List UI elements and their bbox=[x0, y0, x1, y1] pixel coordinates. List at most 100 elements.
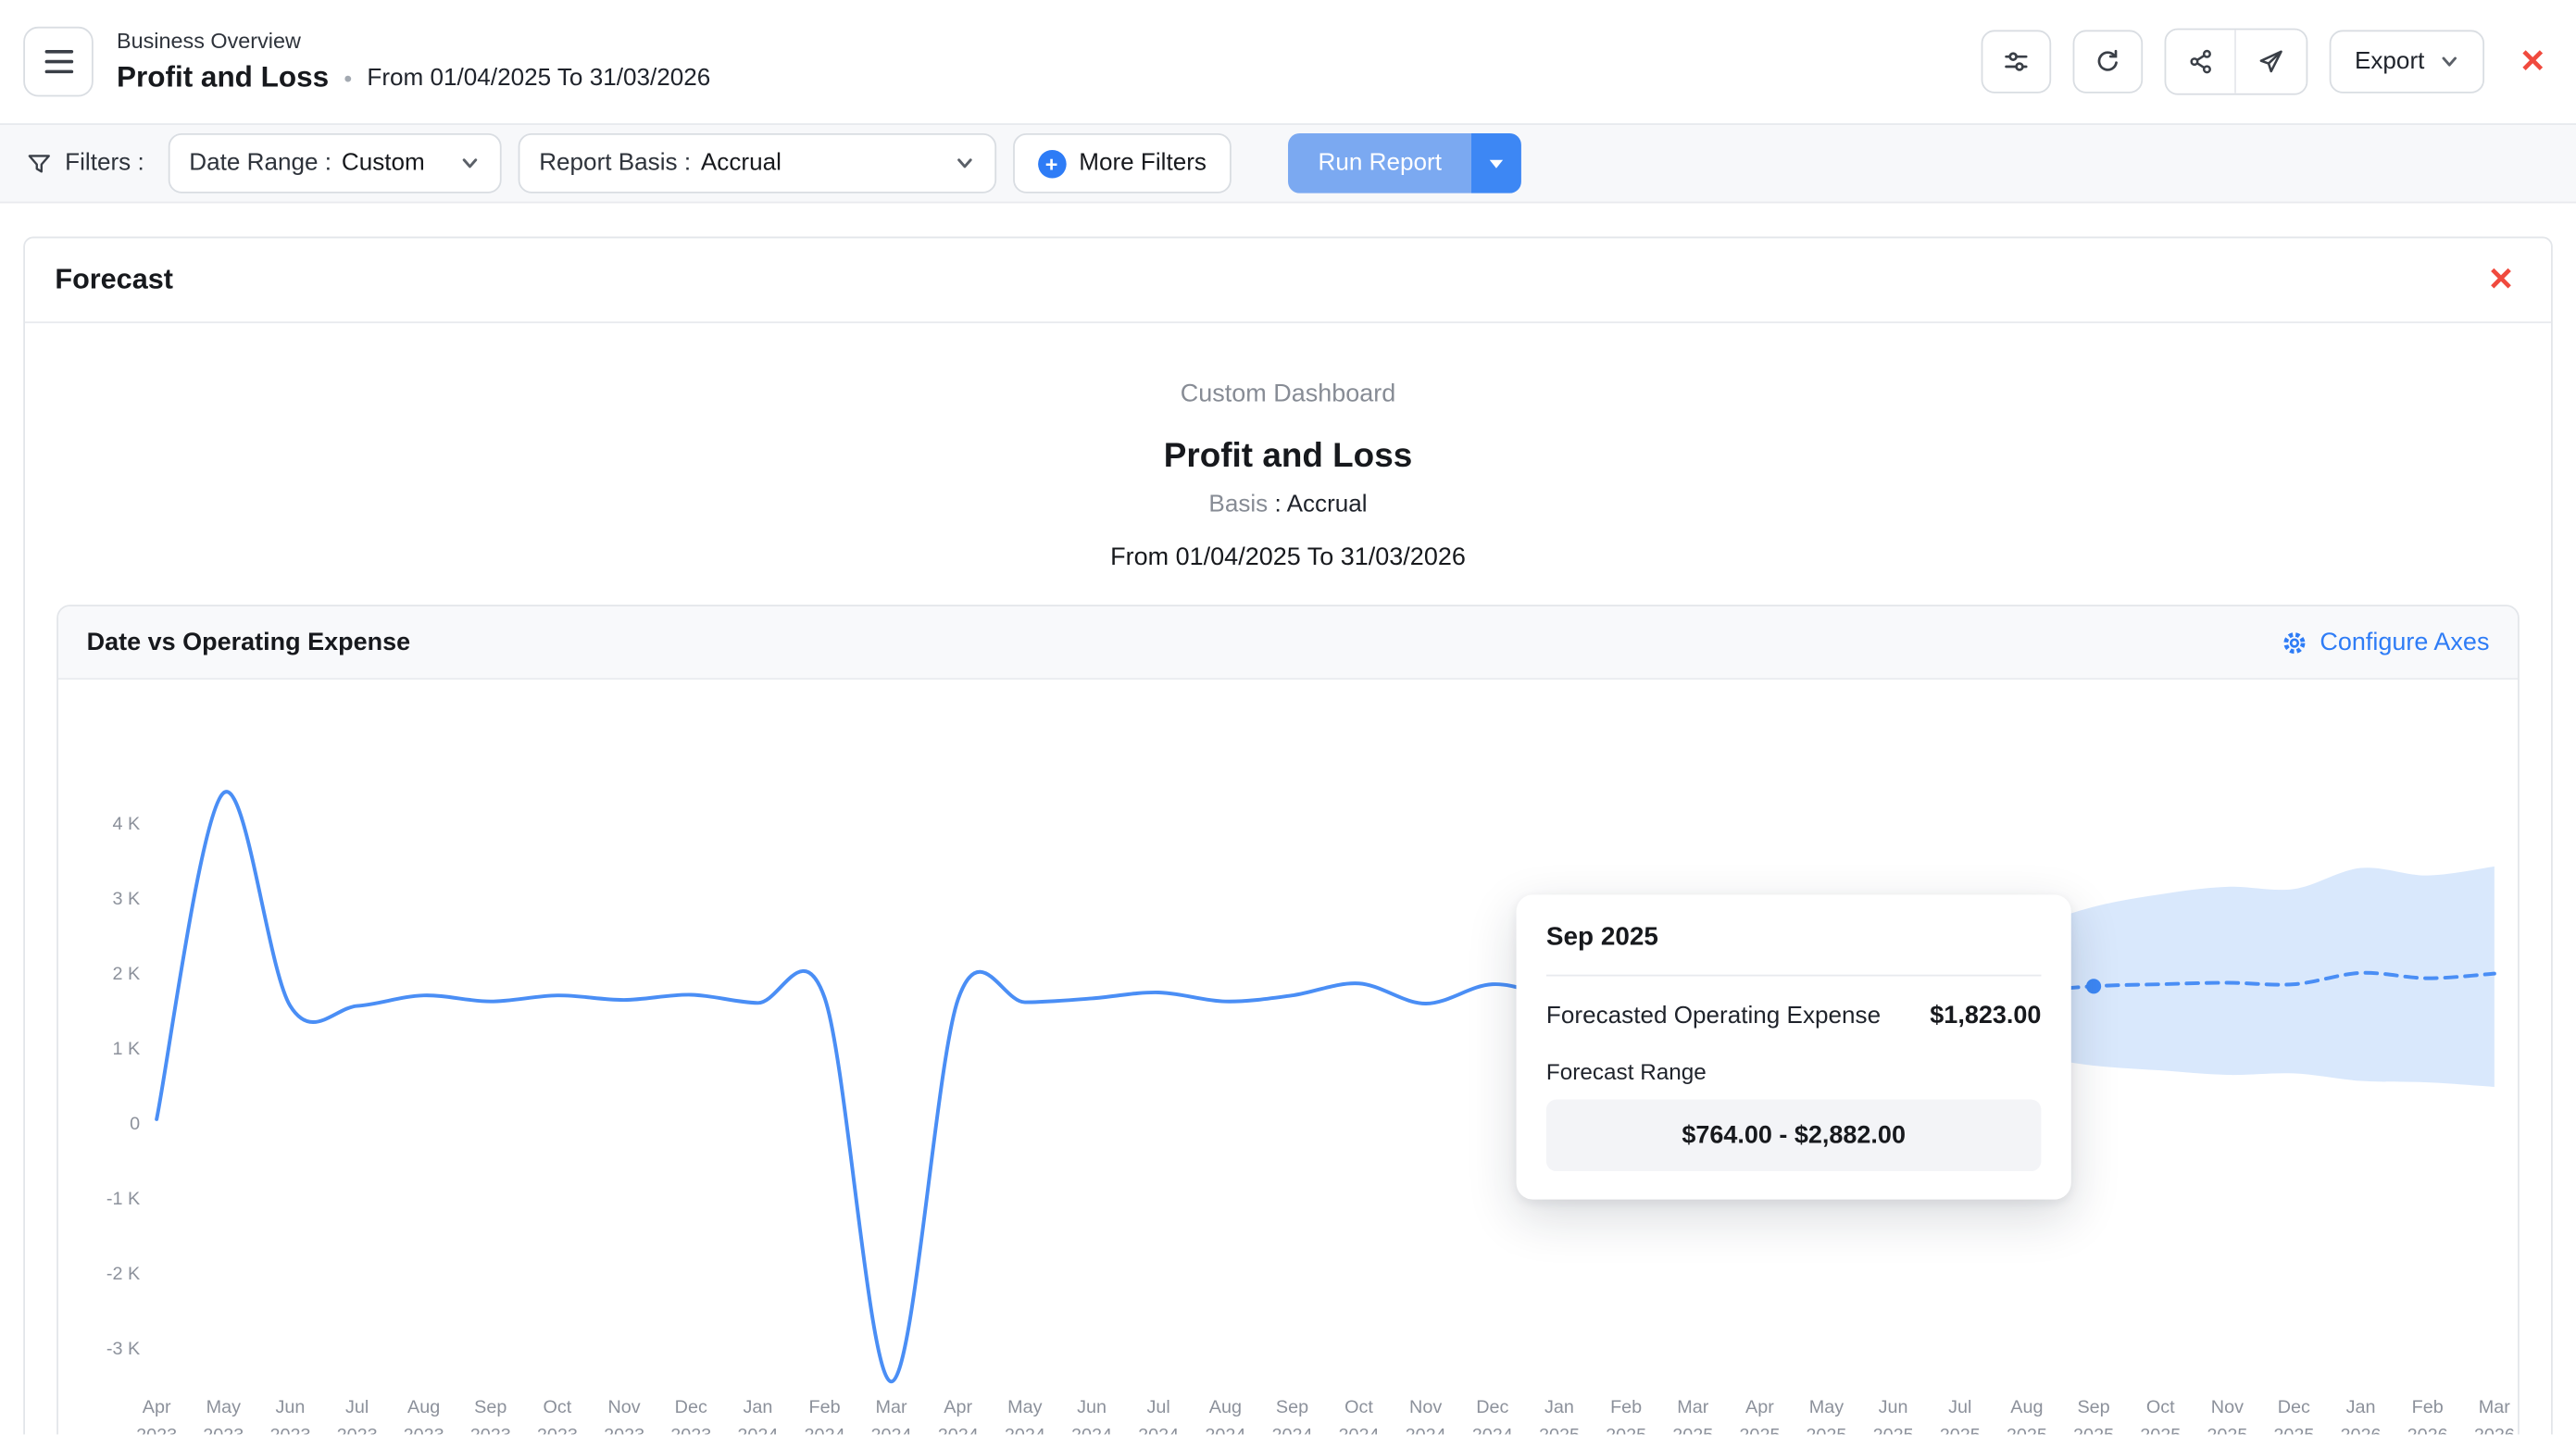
x-axis-year-label: 2025 bbox=[1873, 1426, 1914, 1435]
x-axis-year-label: 2024 bbox=[737, 1426, 778, 1435]
share-button[interactable] bbox=[2167, 30, 2237, 93]
chevron-down-icon bbox=[954, 154, 974, 174]
x-axis-month-label: Jan bbox=[2346, 1397, 2376, 1417]
forecast-marker bbox=[2086, 979, 2101, 993]
date-range-dropdown[interactable]: Date Range : Custom bbox=[168, 133, 501, 193]
x-axis-month-label: Jan bbox=[1544, 1397, 1574, 1417]
x-axis-month-label: Nov bbox=[2211, 1397, 2244, 1417]
y-axis-label: -2 K bbox=[106, 1264, 140, 1284]
x-axis-year-label: 2024 bbox=[1138, 1426, 1179, 1435]
x-axis-year-label: 2023 bbox=[470, 1426, 511, 1435]
app-root: Business Overview Profit and Loss • From… bbox=[0, 0, 2576, 1434]
x-axis-year-label: 2025 bbox=[1672, 1426, 1713, 1435]
x-axis-year-label: 2025 bbox=[2140, 1426, 2181, 1435]
x-axis-year-label: 2025 bbox=[1940, 1426, 1981, 1435]
x-axis-month-label: Oct bbox=[2146, 1397, 2175, 1417]
x-axis-year-label: 2025 bbox=[1739, 1426, 1780, 1435]
report-basis-line: Basis : Accrual bbox=[25, 492, 2551, 518]
x-axis-month-label: Jun bbox=[1879, 1397, 1908, 1417]
x-axis-month-label: Nov bbox=[1409, 1397, 1442, 1417]
x-axis-month-label: Jun bbox=[1077, 1397, 1107, 1417]
report-basis-value: Accrual bbox=[701, 150, 782, 177]
send-icon bbox=[2258, 48, 2285, 75]
close-report-button[interactable]: ✕ bbox=[2520, 45, 2546, 77]
x-axis-month-label: Aug bbox=[2010, 1397, 2043, 1417]
dot-separator: • bbox=[344, 64, 352, 91]
x-axis-year-label: 2025 bbox=[2273, 1426, 2314, 1435]
x-axis-month-label: Nov bbox=[607, 1397, 640, 1417]
filter-icon bbox=[27, 151, 52, 176]
main-content: Forecast ✕ Custom Dashboard Profit and L… bbox=[0, 204, 2576, 1435]
y-axis-label: 2 K bbox=[112, 964, 140, 984]
x-axis-month-label: Jul bbox=[345, 1397, 369, 1417]
report-meta: Custom Dashboard Profit and Loss Basis :… bbox=[25, 323, 2551, 571]
share-send-button-group bbox=[2165, 29, 2308, 95]
x-axis-month-label: Apr bbox=[944, 1397, 972, 1417]
chart-title: Date vs Operating Expense bbox=[87, 628, 411, 656]
export-button[interactable]: Export bbox=[2330, 30, 2484, 93]
chart-svg[interactable]: 4 K3 K2 K1 K0-1 K-2 K-3 KApr2023May2023J… bbox=[58, 680, 2520, 1434]
x-axis-month-label: Mar bbox=[1677, 1397, 1708, 1417]
x-axis-month-label: Oct bbox=[544, 1397, 572, 1417]
x-axis-year-label: 2023 bbox=[670, 1426, 711, 1435]
page-title: Profit and Loss bbox=[117, 60, 329, 95]
forecast-title: Forecast bbox=[55, 263, 173, 296]
filter-bar: Filters : Date Range : Custom Report Bas… bbox=[0, 123, 2576, 203]
x-axis-month-label: Jan bbox=[743, 1397, 772, 1417]
chart-header: Date vs Operating Expense Configure Axes bbox=[58, 606, 2518, 680]
x-axis-year-label: 2025 bbox=[1606, 1426, 1646, 1435]
more-filters-label: More Filters bbox=[1079, 150, 1207, 177]
x-axis-year-label: 2023 bbox=[337, 1426, 378, 1435]
refresh-icon bbox=[2095, 48, 2121, 75]
chevron-down-icon bbox=[459, 154, 480, 174]
more-filters-button[interactable]: + More Filters bbox=[1012, 133, 1232, 193]
x-axis-month-label: Sep bbox=[474, 1397, 506, 1417]
chart-plot-area[interactable]: 4 K3 K2 K1 K0-1 K-2 K-3 KApr2023May2023J… bbox=[58, 680, 2518, 1434]
x-axis-month-label: Dec bbox=[2278, 1397, 2310, 1417]
chart-card: Date vs Operating Expense Configure Axes… bbox=[56, 605, 2520, 1434]
x-axis-month-label: Feb bbox=[809, 1397, 841, 1417]
x-axis-month-label: Dec bbox=[675, 1397, 707, 1417]
x-axis-month-label: Jul bbox=[1948, 1397, 1971, 1417]
x-axis-year-label: 2023 bbox=[136, 1426, 177, 1435]
x-axis-year-label: 2023 bbox=[537, 1426, 578, 1435]
x-axis-year-label: 2023 bbox=[269, 1426, 310, 1435]
tooltip-metric-label: Forecasted Operating Expense bbox=[1546, 1003, 1881, 1029]
x-axis-month-label: Feb bbox=[1610, 1397, 1642, 1417]
y-axis-label: -3 K bbox=[106, 1339, 140, 1359]
refresh-button[interactable] bbox=[2073, 30, 2144, 93]
x-axis-month-label: Sep bbox=[1276, 1397, 1308, 1417]
y-axis-label: -1 K bbox=[106, 1189, 140, 1209]
send-button[interactable] bbox=[2236, 30, 2307, 93]
x-axis-month-label: Dec bbox=[1476, 1397, 1508, 1417]
x-axis-year-label: 2025 bbox=[2207, 1426, 2247, 1435]
y-axis-label: 4 K bbox=[112, 814, 140, 834]
x-axis-month-label: Jul bbox=[1147, 1397, 1170, 1417]
x-axis-month-label: May bbox=[206, 1397, 241, 1417]
x-axis-year-label: 2023 bbox=[203, 1426, 244, 1435]
x-axis-year-label: 2024 bbox=[1406, 1426, 1446, 1435]
customize-button[interactable] bbox=[1982, 30, 2052, 93]
y-axis-label: 3 K bbox=[112, 889, 140, 909]
x-axis-year-label: 2023 bbox=[404, 1426, 444, 1435]
x-axis-month-label: Apr bbox=[1745, 1397, 1774, 1417]
report-date-range: From 01/04/2025 To 31/03/2026 bbox=[25, 543, 2551, 572]
report-basis-label: Report Basis : bbox=[539, 150, 691, 177]
x-axis-year-label: 2024 bbox=[1005, 1426, 1045, 1435]
forecast-close-button[interactable]: ✕ bbox=[2488, 264, 2515, 295]
report-basis-dropdown[interactable]: Report Basis : Accrual bbox=[518, 133, 995, 193]
x-axis-year-label: 2024 bbox=[1071, 1426, 1112, 1435]
top-bar: Business Overview Profit and Loss • From… bbox=[0, 0, 2576, 123]
x-axis-year-label: 2023 bbox=[604, 1426, 644, 1435]
hamburger-menu-button[interactable] bbox=[23, 27, 94, 97]
run-report-button[interactable]: Run Report bbox=[1288, 133, 1471, 193]
configure-axes-link[interactable]: Configure Axes bbox=[2282, 628, 2489, 656]
run-report-caret-button[interactable] bbox=[1471, 133, 1521, 193]
topbar-actions: Export ✕ bbox=[1982, 29, 2553, 95]
x-axis-year-label: 2025 bbox=[2073, 1426, 2114, 1435]
chevron-down-icon bbox=[2440, 52, 2460, 72]
tooltip-metric-value: $1,823.00 bbox=[1930, 1001, 2041, 1029]
filters-label: Filters : bbox=[27, 150, 144, 177]
run-report-split-button: Run Report bbox=[1288, 133, 1521, 193]
date-range-value: Custom bbox=[342, 150, 425, 177]
